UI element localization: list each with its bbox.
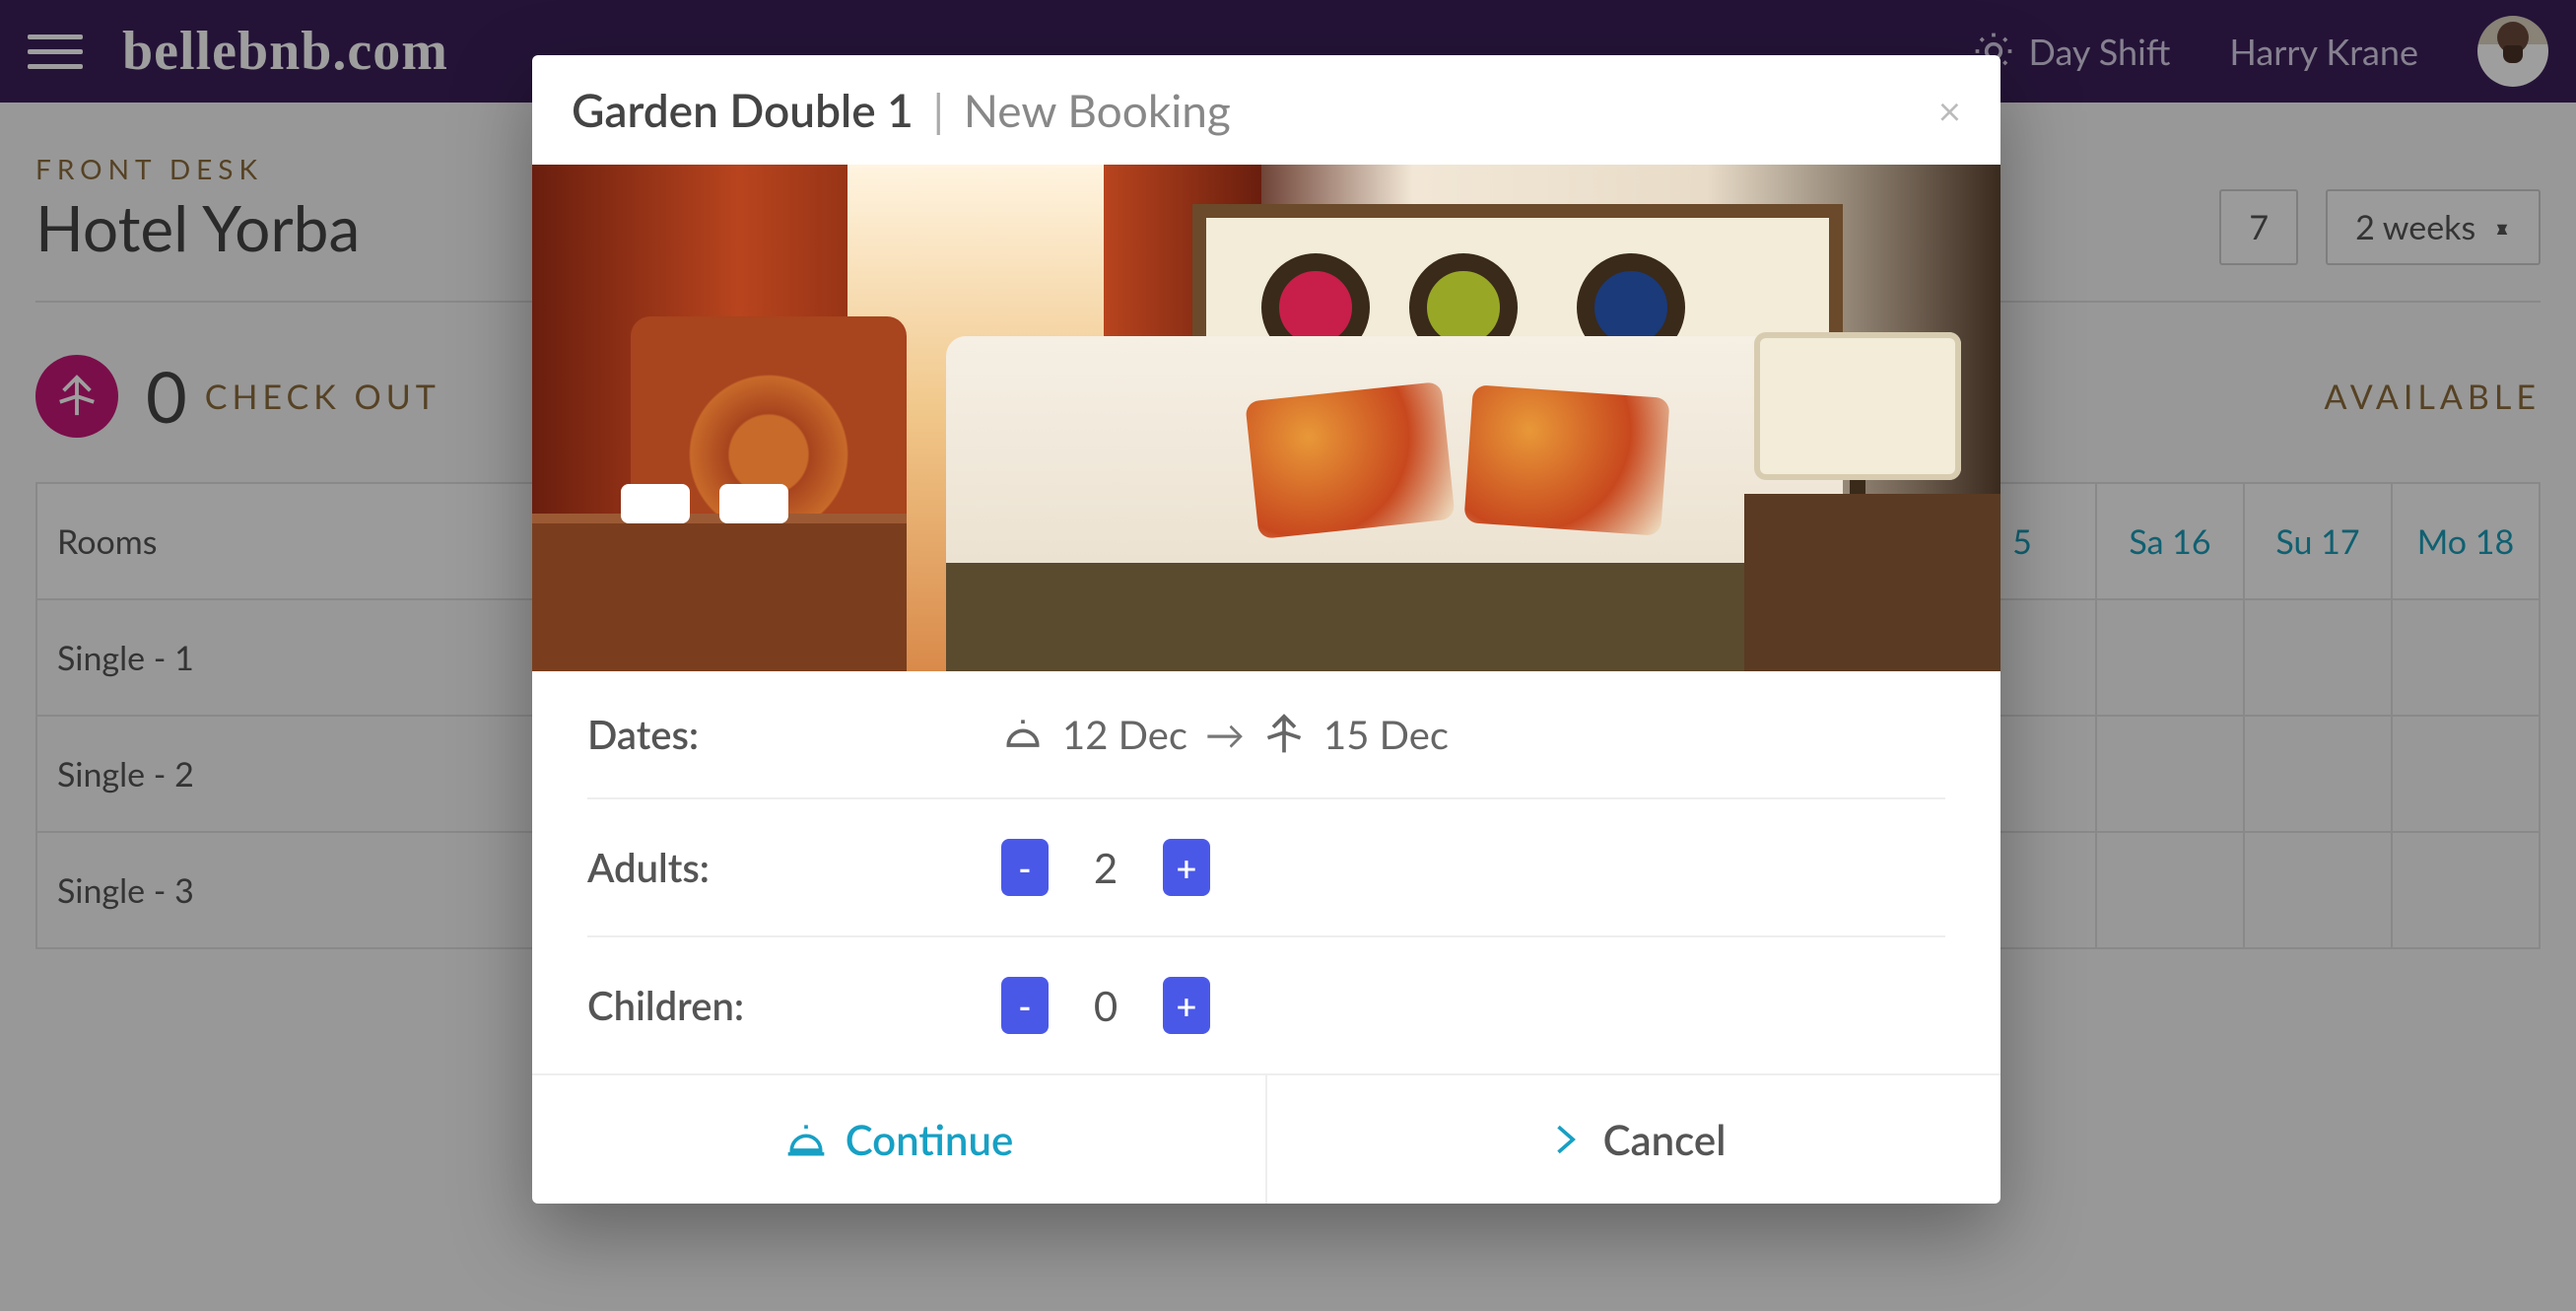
- dates-row: Dates: 12 Dec → 15 Dec: [587, 671, 1945, 799]
- children-value: 0: [1076, 981, 1135, 1030]
- continue-button[interactable]: Continue: [532, 1075, 1267, 1204]
- modal-subtitle: New Booking: [964, 83, 1231, 137]
- adults-value: 2: [1076, 843, 1135, 892]
- modal-room-name: Garden Double 1: [572, 83, 914, 137]
- adults-minus-button[interactable]: -: [1001, 839, 1049, 896]
- children-stepper: - 0 +: [1001, 977, 1210, 1034]
- bell-icon: [1001, 713, 1045, 756]
- adults-plus-button[interactable]: +: [1163, 839, 1210, 896]
- cancel-button[interactable]: Cancel: [1267, 1075, 2000, 1204]
- children-plus-button[interactable]: +: [1163, 977, 1210, 1034]
- adults-label: Adults:: [587, 844, 1001, 891]
- adults-row: Adults: - 2 +: [587, 799, 1945, 937]
- arrow-icon: →: [1205, 711, 1245, 758]
- plane-icon: [1262, 713, 1306, 756]
- adults-stepper: - 2 +: [1001, 839, 1210, 896]
- dates-label: Dates:: [587, 711, 1001, 758]
- checkin-date: 12 Dec: [1062, 711, 1187, 758]
- new-booking-modal: Garden Double 1 | New Booking × Dates: 1…: [532, 55, 2000, 1204]
- children-minus-button[interactable]: -: [1001, 977, 1049, 1034]
- chevron-right-icon: [1542, 1118, 1586, 1161]
- close-icon[interactable]: ×: [1938, 87, 1961, 134]
- checkout-date: 15 Dec: [1323, 711, 1449, 758]
- modal-header: Garden Double 1 | New Booking ×: [532, 55, 2000, 165]
- modal-footer: Continue Cancel: [532, 1073, 2000, 1204]
- room-photo: [532, 165, 2000, 671]
- bell-icon: [784, 1118, 828, 1161]
- children-label: Children:: [587, 982, 1001, 1029]
- children-row: Children: - 0 +: [587, 937, 1945, 1073]
